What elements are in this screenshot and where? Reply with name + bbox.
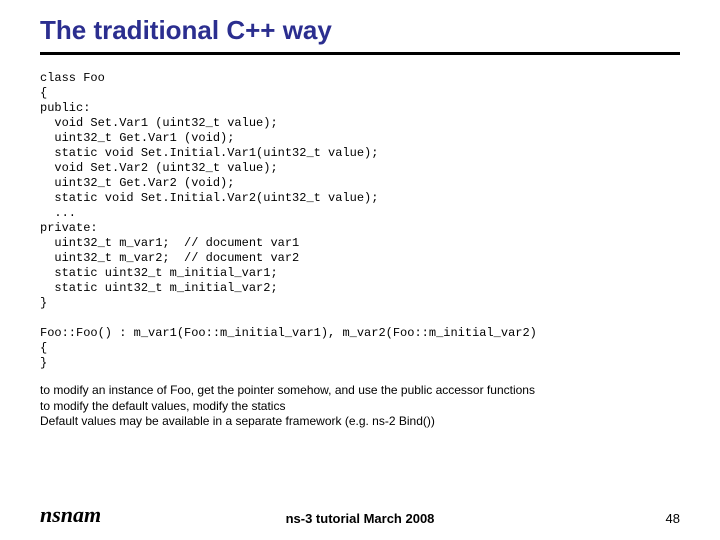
note-block: to modify an instance of Foo, get the po…	[40, 383, 680, 430]
slide: The traditional C++ way class Foo { publ…	[0, 0, 720, 540]
title-rule	[40, 52, 680, 55]
slide-title: The traditional C++ way	[40, 15, 680, 46]
note-line: to modify an instance of Foo, get the po…	[40, 383, 680, 399]
code-block: class Foo { public: void Set.Var1 (uint3…	[40, 71, 680, 371]
footer: ns-3 tutorial March 2008	[0, 511, 720, 526]
page-number: 48	[666, 511, 680, 526]
note-line: Default values may be available in a sep…	[40, 414, 680, 430]
note-line: to modify the default values, modify the…	[40, 399, 680, 415]
footer-center: ns-3 tutorial March 2008	[0, 511, 720, 526]
